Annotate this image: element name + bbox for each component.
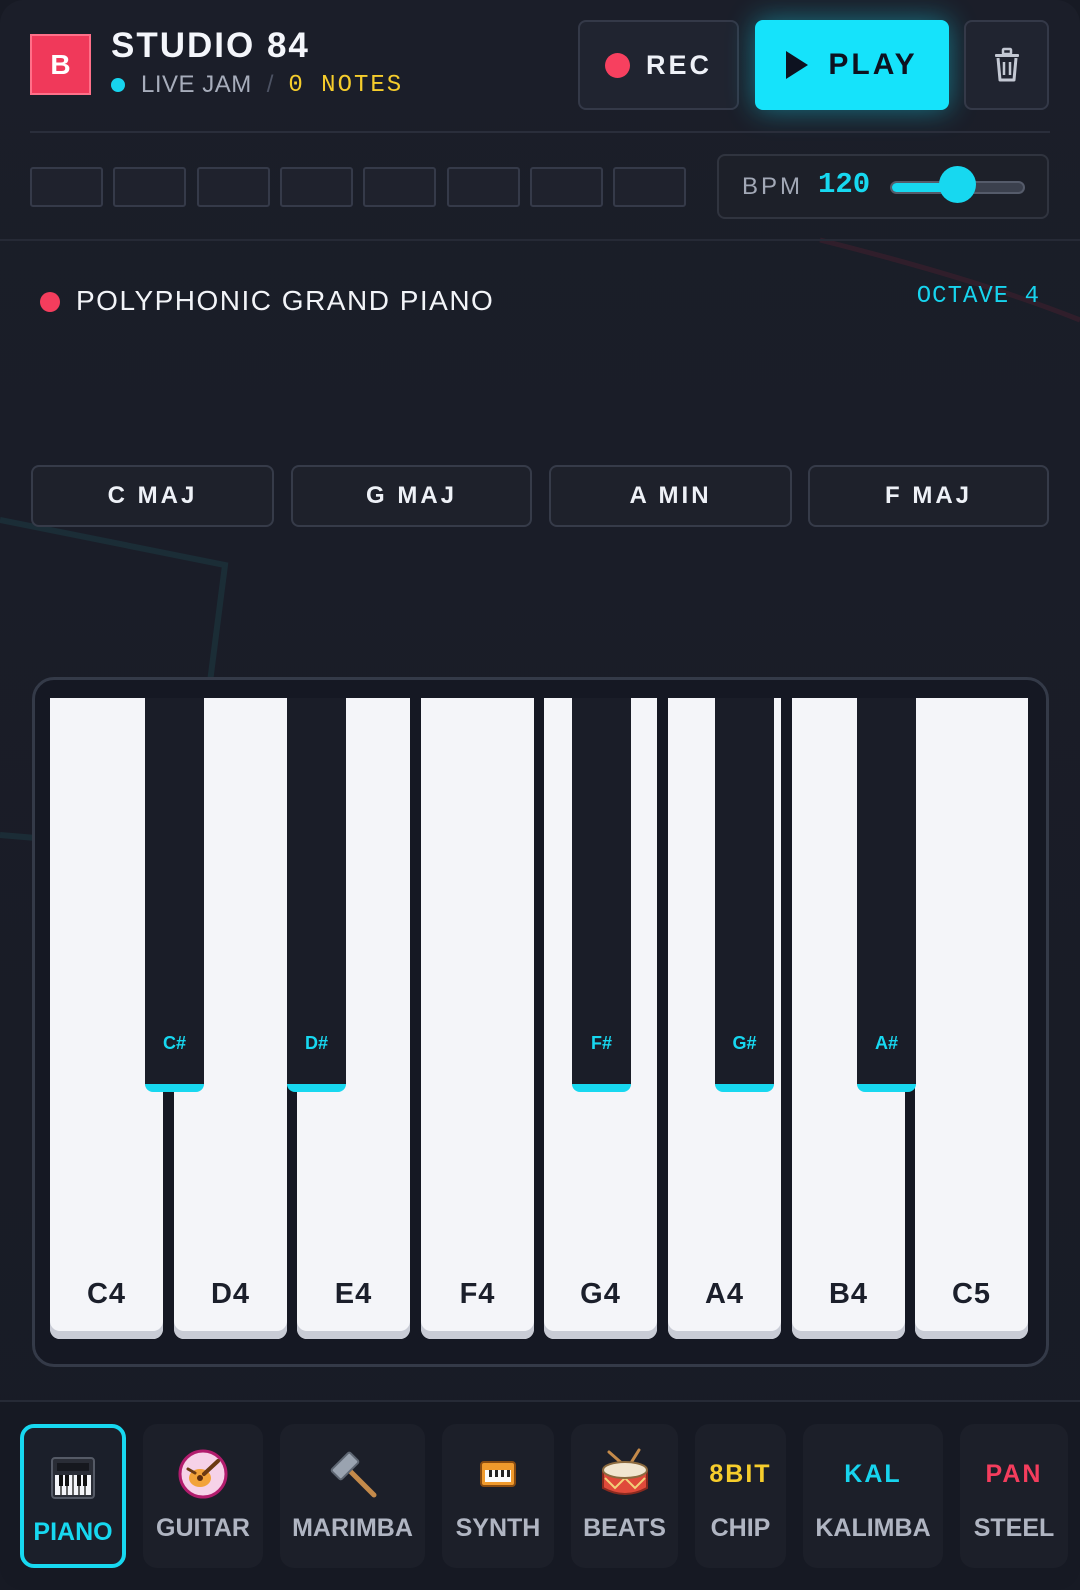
record-label: REC <box>645 49 712 80</box>
instrument-tab-label: BEATS <box>583 1514 666 1542</box>
notes-count: 0 NOTES <box>288 71 404 99</box>
instrument-indicator-dot <box>40 292 60 312</box>
app-logo: B <box>30 34 91 95</box>
drum-icon <box>571 1444 678 1504</box>
piano-keyboard: C4 D4 E4 F4 G4 A4 B4 C5 C# D# F# G# A# <box>32 677 1049 1367</box>
black-key-g-sharp[interactable]: G# <box>715 698 774 1092</box>
key-label: C4 <box>86 1278 127 1310</box>
step-pad-1[interactable] <box>30 167 103 207</box>
app-frame: B STUDIO 84 LIVE JAM / 0 NOTES REC PLAY <box>0 0 1080 1590</box>
kalimba-icon-text: KAL <box>844 1459 902 1488</box>
steelpan-icon: PAN <box>960 1444 1068 1504</box>
black-key-a-sharp[interactable]: A# <box>857 698 916 1092</box>
instrument-tab-label: CHIP <box>710 1514 771 1542</box>
bpm-label: BPM <box>742 173 804 200</box>
key-label: D4 <box>210 1278 251 1310</box>
black-key-f-sharp[interactable]: F# <box>572 698 631 1092</box>
white-key-f4[interactable]: F4 <box>421 698 534 1339</box>
session-status: LIVE JAM / 0 NOTES <box>111 70 403 100</box>
key-label: G4 <box>580 1278 621 1310</box>
step-pad-5[interactable] <box>363 167 436 207</box>
white-key-c5[interactable]: C5 <box>915 698 1028 1339</box>
record-button[interactable]: REC <box>578 20 739 110</box>
app-title: STUDIO 84 <box>111 26 310 65</box>
step-pad-4[interactable] <box>280 167 353 207</box>
instrument-tab-label: STEEL <box>973 1514 1055 1542</box>
step-pad-2[interactable] <box>113 167 186 207</box>
chord-button-f-maj[interactable]: F MAJ <box>808 465 1049 527</box>
chord-button-c-maj[interactable]: C MAJ <box>31 465 274 527</box>
clear-button[interactable] <box>964 20 1049 110</box>
live-status-text: LIVE JAM <box>141 71 252 98</box>
black-key-c-sharp[interactable]: C# <box>145 698 204 1092</box>
live-indicator-dot <box>111 78 125 92</box>
black-key-d-sharp[interactable]: D# <box>287 698 346 1092</box>
record-dot-icon <box>604 52 630 78</box>
key-label: B4 <box>828 1278 869 1310</box>
logo-letter: B <box>50 48 71 80</box>
play-icon <box>786 51 809 79</box>
instrument-tab-label: KALIMBA <box>815 1514 931 1542</box>
synth-keyboard-icon <box>442 1444 554 1504</box>
key-label: A# <box>874 1033 898 1053</box>
status-separator: / <box>266 71 274 98</box>
controls-divider <box>0 239 1080 241</box>
instrument-tab-kalimba[interactable]: KAL KALIMBA <box>803 1424 943 1568</box>
chip-8bit-icon: 8BIT <box>695 1444 786 1504</box>
chord-button-a-min[interactable]: A MIN <box>549 465 792 527</box>
steelpan-icon-text: PAN <box>985 1459 1043 1488</box>
instrument-tab-piano[interactable]: PIANO <box>20 1424 126 1568</box>
key-label: E4 <box>334 1278 373 1310</box>
bpm-value: 120 <box>818 168 871 201</box>
chord-button-g-maj[interactable]: G MAJ <box>291 465 532 527</box>
instrument-tab-label: PIANO <box>33 1518 113 1546</box>
key-label: C# <box>162 1033 186 1053</box>
instrument-tab-marimba[interactable]: MARIMBA <box>280 1424 425 1568</box>
instrument-tab-guitar[interactable]: GUITAR <box>143 1424 263 1568</box>
kalimba-icon: KAL <box>803 1444 943 1504</box>
instrument-tab-chip[interactable]: 8BIT CHIP <box>695 1424 786 1568</box>
instrument-tab-label: GUITAR <box>156 1514 250 1542</box>
step-pad-3[interactable] <box>197 167 270 207</box>
play-button[interactable]: PLAY <box>755 20 949 110</box>
key-label: D# <box>304 1033 328 1053</box>
bpm-control: BPM 120 <box>717 154 1049 219</box>
instrument-tab-label: SYNTH <box>455 1514 541 1542</box>
key-label: F4 <box>459 1278 496 1310</box>
piano-icon <box>24 1448 122 1508</box>
instrument-tab-synth[interactable]: SYNTH <box>442 1424 554 1568</box>
instrument-name: POLYPHONIC GRAND PIANO <box>76 285 495 316</box>
bpm-slider-thumb[interactable] <box>939 166 976 203</box>
octave-label: OCTAVE 4 <box>916 283 1040 310</box>
header-divider <box>30 131 1050 133</box>
step-pad-6[interactable] <box>447 167 520 207</box>
play-label: PLAY <box>828 48 918 81</box>
instrument-selector: PIANO GUITAR MARIMBA SYNTH BEATS 8BIT CH… <box>0 1400 1080 1590</box>
key-label: F# <box>590 1033 612 1053</box>
step-pad-7[interactable] <box>530 167 603 207</box>
step-pad-8[interactable] <box>613 167 686 207</box>
key-label: C5 <box>951 1278 992 1310</box>
key-label: G# <box>732 1033 757 1053</box>
chip-icon-text: 8BIT <box>709 1459 772 1488</box>
mallet-icon <box>280 1444 425 1504</box>
trash-icon <box>994 47 1019 82</box>
guitar-icon <box>143 1444 263 1504</box>
instrument-tab-beats[interactable]: BEATS <box>571 1424 678 1568</box>
instrument-tab-steel[interactable]: PAN STEEL <box>960 1424 1068 1568</box>
key-label: A4 <box>704 1278 745 1310</box>
instrument-tab-label: MARIMBA <box>292 1514 413 1542</box>
